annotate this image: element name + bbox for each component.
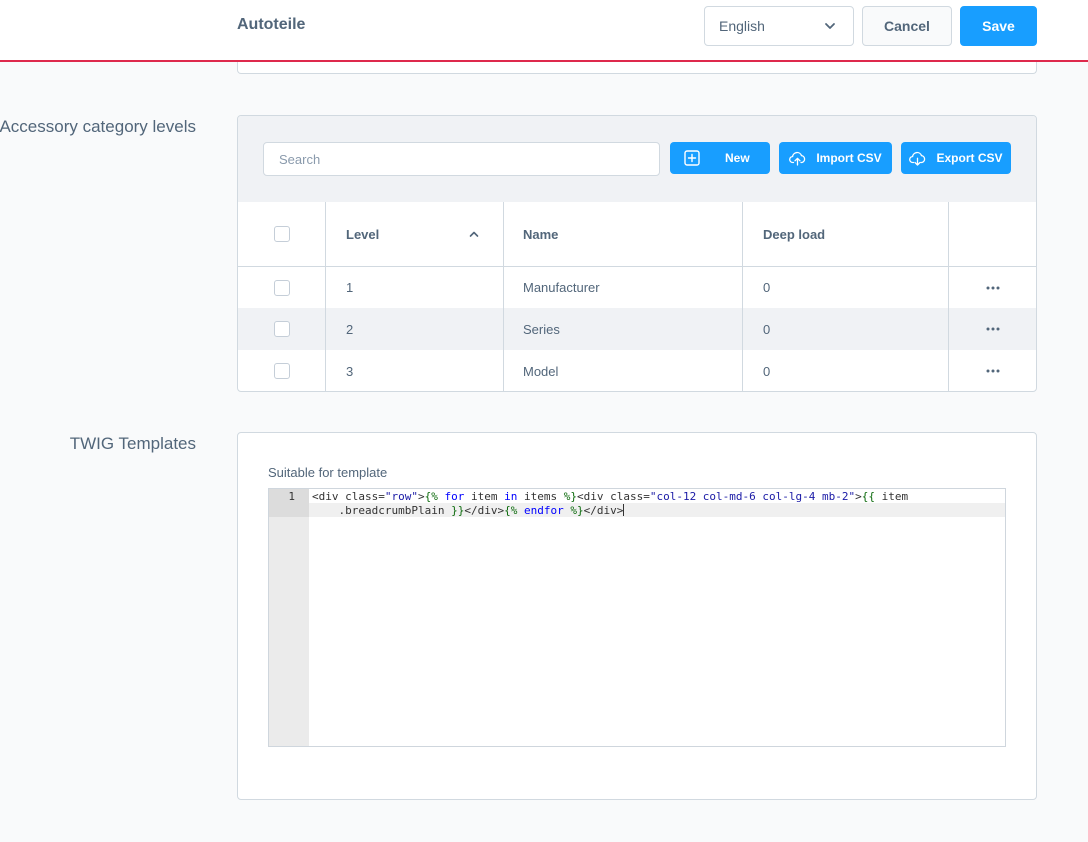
table-row[interactable]: 3 Model 0 xyxy=(238,350,1036,391)
cancel-button[interactable]: Cancel xyxy=(862,6,952,46)
cell-name: Series xyxy=(504,308,743,350)
more-horizontal-icon[interactable] xyxy=(986,327,1000,331)
editor-gutter: 1 xyxy=(269,489,309,746)
import-csv-label: Import CSV xyxy=(816,151,882,165)
cloud-download-icon xyxy=(909,151,926,166)
new-button[interactable]: New xyxy=(670,142,770,174)
grid-toolbar: New Import CSV Export CSV xyxy=(238,116,1036,202)
accessory-section-label: Accessory category levels xyxy=(0,117,196,136)
column-header-name[interactable]: Name xyxy=(504,202,743,266)
editor-code[interactable]: <div class="row">{% for item in items %}… xyxy=(312,490,1002,518)
select-all-cell xyxy=(238,202,326,266)
cell-level: 2 xyxy=(326,308,504,350)
import-csv-button[interactable]: Import CSV xyxy=(779,142,892,174)
cell-name: Manufacturer xyxy=(504,267,743,308)
cell-deep-load: 0 xyxy=(743,350,949,391)
more-horizontal-icon[interactable] xyxy=(986,286,1000,290)
cell-level: 1 xyxy=(326,267,504,308)
new-button-label: New xyxy=(725,151,750,165)
accessory-levels-card: New Import CSV Export CSV Level xyxy=(237,115,1037,392)
chevron-down-icon xyxy=(825,23,835,29)
column-header-actions xyxy=(949,202,1036,266)
table-row[interactable]: 1 Manufacturer 0 xyxy=(238,266,1036,308)
levels-grid: Level Name Deep load 1 Manufacturer 0 2 … xyxy=(238,202,1036,391)
select-all-checkbox[interactable] xyxy=(273,226,290,242)
cell-deep-load: 0 xyxy=(743,267,949,308)
grid-header-row: Level Name Deep load xyxy=(238,202,1036,266)
export-csv-label: Export CSV xyxy=(936,151,1003,165)
cell-name: Model xyxy=(504,350,743,391)
page-title: Autoteile xyxy=(237,16,306,33)
line-number: 1 xyxy=(288,490,295,503)
twig-templates-card: Suitable for template 1 <div class="row"… xyxy=(237,432,1037,800)
cloud-upload-icon xyxy=(789,151,806,166)
language-select-value: English xyxy=(719,18,765,34)
template-field-label: Suitable for template xyxy=(268,465,388,480)
table-row[interactable]: 2 Series 0 xyxy=(238,308,1036,350)
plus-square-icon xyxy=(684,150,700,166)
sort-ascending-icon xyxy=(469,231,479,237)
language-select[interactable]: English xyxy=(704,6,854,46)
twig-section-label: TWIG Templates xyxy=(69,434,196,453)
cell-deep-load: 0 xyxy=(743,308,949,350)
column-header-deep-load[interactable]: Deep load xyxy=(743,202,949,266)
row-checkbox[interactable] xyxy=(273,279,290,296)
cell-level: 3 xyxy=(326,350,504,391)
column-header-level[interactable]: Level xyxy=(326,202,504,266)
code-editor[interactable]: 1 <div class="row">{% for item in items … xyxy=(268,488,1006,747)
save-button[interactable]: Save xyxy=(960,6,1037,46)
more-horizontal-icon[interactable] xyxy=(986,369,1000,373)
row-checkbox[interactable] xyxy=(273,363,290,379)
search-input[interactable] xyxy=(263,142,660,176)
row-checkbox[interactable] xyxy=(273,321,290,337)
export-csv-button[interactable]: Export CSV xyxy=(901,142,1011,174)
smart-bar: Autoteile English Cancel Save xyxy=(0,0,1088,62)
